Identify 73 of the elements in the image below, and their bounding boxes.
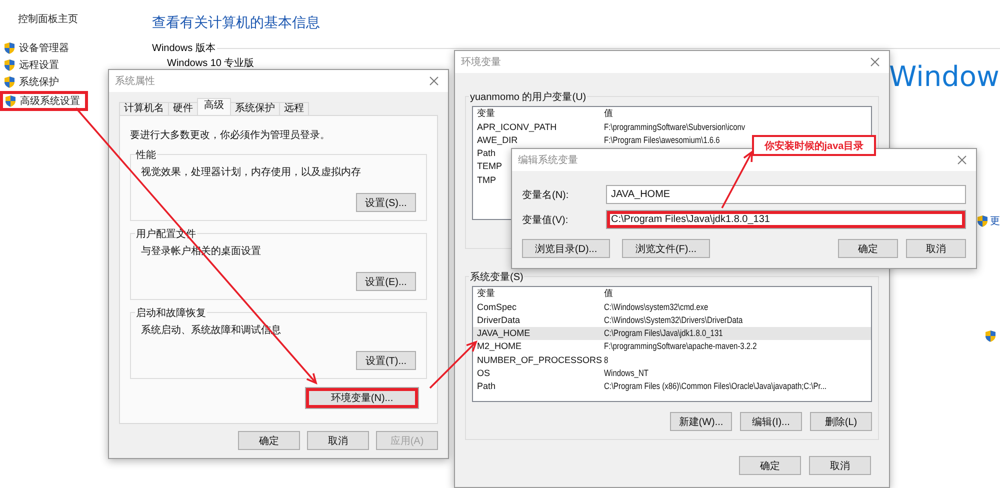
close-button[interactable] <box>428 75 440 87</box>
section-title: Windows 版本 <box>152 42 216 55</box>
list-row[interactable]: ComSpec C:\Windows\system32\cmd.exe <box>473 300 871 314</box>
dialog-button[interactable]: 确定 <box>238 431 300 450</box>
sidebar-link[interactable]: 远程设置 <box>4 57 61 72</box>
group-description: 视觉效果，处理器计划，内存使用，以及虚拟内存 <box>141 166 362 179</box>
edition-text: Windows 10 专业版 <box>167 59 254 69</box>
shield-icon <box>5 95 16 107</box>
dialog-button[interactable]: 取消 <box>809 456 871 475</box>
field-label: 变量值(V): <box>522 214 570 226</box>
list-row[interactable]: DriverData C:\Windows\System32\Drivers\DriverData <box>473 313 871 327</box>
variable-name: Path <box>477 148 496 158</box>
logo-text: Window <box>889 60 1000 93</box>
list-row[interactable]: JAVA_HOME C:\Program Files\Java\jdk1.8.0_131 <box>473 326 871 340</box>
input-field[interactable]: C:\Program Files\Java\jdk1.8.0_131 <box>606 210 966 229</box>
tab[interactable]: 系统保护 <box>230 102 280 115</box>
list-row[interactable]: NUMBER_OF_PROCESSORS 8 <box>473 352 871 366</box>
window-title: 系统属性 <box>115 74 155 88</box>
sidebar-link[interactable]: 系统保护 <box>4 74 61 89</box>
annotation-label: 你安装时候的java目录 <box>752 135 876 156</box>
notice-text: 要进行大多数更改，你必须作为管理员登录。 <box>130 128 331 142</box>
environment-variables-button[interactable]: 环境变量(N)... <box>305 387 419 409</box>
settings-button[interactable]: 设置(T)... <box>356 351 416 370</box>
variable-name: TEMP <box>477 161 502 172</box>
column-header: 变量 <box>477 107 495 120</box>
settings-link[interactable]: 更 <box>990 214 1000 228</box>
column-header: 值 <box>604 107 613 120</box>
list-button[interactable]: 删除(L) <box>810 412 872 431</box>
list-row[interactable]: M2_HOME F:\programmingSoftware\apache-maven-3.2.2 <box>473 340 871 353</box>
tab[interactable]: 计算机名 <box>119 102 169 115</box>
close-button[interactable] <box>956 154 968 166</box>
dialog-button[interactable]: 取消 <box>906 239 966 258</box>
shield-icon <box>977 215 988 227</box>
input-field[interactable]: JAVA_HOME <box>606 185 966 204</box>
variable-value: F:\Program Files\awesomium\1.6.6 <box>604 134 720 145</box>
variable-name: APR_ICONV_PATH <box>477 122 557 132</box>
arrow <box>721 150 753 208</box>
group-title: 启动和故障恢复 <box>135 306 207 320</box>
shield-icon <box>4 58 15 70</box>
column-header: 值 <box>604 287 613 300</box>
dialog-button[interactable]: 确定 <box>838 239 898 258</box>
shield-icon <box>4 42 15 54</box>
settings-button[interactable]: 设置(S)... <box>356 193 416 212</box>
arrow <box>429 340 478 389</box>
tab[interactable]: 远程 <box>279 102 309 115</box>
tab[interactable]: 硬件 <box>168 102 198 115</box>
shield-icon <box>4 76 15 88</box>
dialog-button[interactable]: 确定 <box>739 456 801 475</box>
page-heading: 查看有关计算机的基本信息 <box>152 14 321 32</box>
group-title: 系统变量(S) <box>469 270 524 284</box>
field-label: 变量名(N): <box>522 188 570 202</box>
window-title: 环境变量 <box>461 56 501 69</box>
browse-button[interactable]: 浏览目录(D)... <box>522 239 610 258</box>
shield-icon <box>985 330 996 342</box>
close-button[interactable] <box>869 56 881 68</box>
list-button[interactable]: 编辑(I)... <box>740 412 802 431</box>
tab[interactable]: 高级 <box>197 98 231 115</box>
dialog-button[interactable]: 取消 <box>307 431 369 450</box>
window-title: 编辑系统变量 <box>518 154 578 167</box>
variable-name: TMP <box>477 174 496 185</box>
list-row[interactable]: OS Windows_NT <box>473 366 871 380</box>
group-title: 性能 <box>135 148 157 162</box>
sidebar-link[interactable]: 设备管理器 <box>4 40 71 55</box>
sidebar-link[interactable]: 高级系统设置 <box>0 91 88 111</box>
settings-button[interactable]: 设置(E)... <box>356 272 416 291</box>
group-title: yuanmomo 的用户变量(U) <box>469 90 588 104</box>
column-header: 变量 <box>477 287 495 300</box>
list-row[interactable]: Path C:\Program Files (x86)\Common Files\Oracle\Java\javapath;C:\Pr... <box>473 379 871 392</box>
variable-value: F:\programmingSoftware\Subversion\iconv <box>604 122 746 132</box>
list-button[interactable]: 新建(W)... <box>670 412 732 431</box>
variable-name: AWE_DIR <box>477 134 518 145</box>
home-link[interactable]: 控制面板主页 <box>4 12 150 26</box>
browse-button[interactable]: 浏览文件(F)... <box>622 239 710 258</box>
